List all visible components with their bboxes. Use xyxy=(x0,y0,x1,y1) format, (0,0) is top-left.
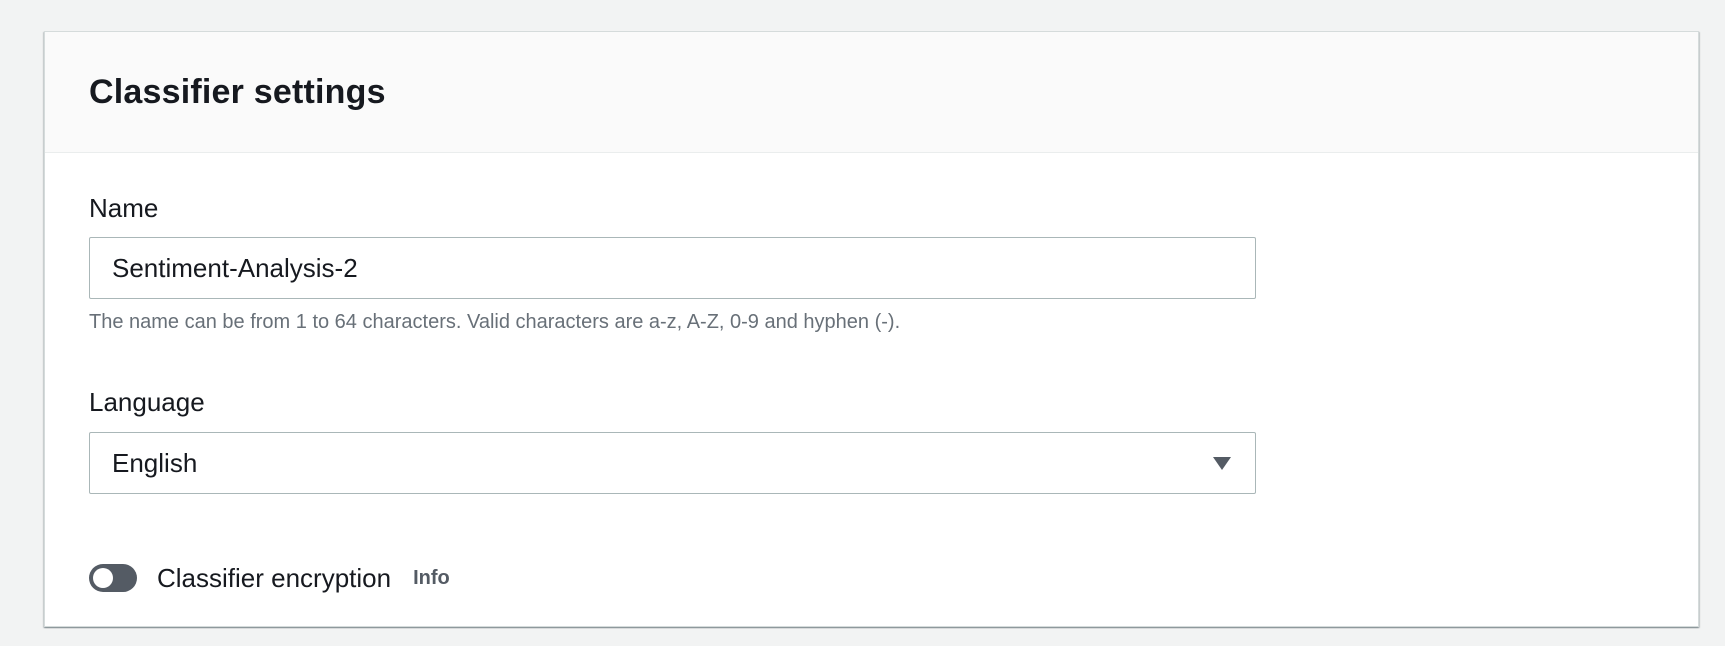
panel-header: Classifier settings xyxy=(45,32,1698,153)
caret-down-icon xyxy=(1211,454,1233,472)
classifier-settings-panel: Classifier settings Name The name can be… xyxy=(44,31,1699,627)
toggle-knob xyxy=(93,568,113,588)
info-link[interactable]: Info xyxy=(413,567,450,590)
name-label: Name xyxy=(89,193,159,223)
name-constraint-text: The name can be from 1 to 64 characters.… xyxy=(89,311,901,333)
encryption-label: Classifier encryption xyxy=(157,562,392,593)
language-select-value: English xyxy=(112,447,198,478)
language-select[interactable]: English xyxy=(89,432,1256,494)
name-input[interactable] xyxy=(89,237,1256,299)
language-label: Language xyxy=(89,387,205,417)
encryption-toggle[interactable] xyxy=(89,564,137,592)
encryption-row: Classifier encryption Info xyxy=(89,558,450,598)
panel-title: Classifier settings xyxy=(89,72,386,111)
